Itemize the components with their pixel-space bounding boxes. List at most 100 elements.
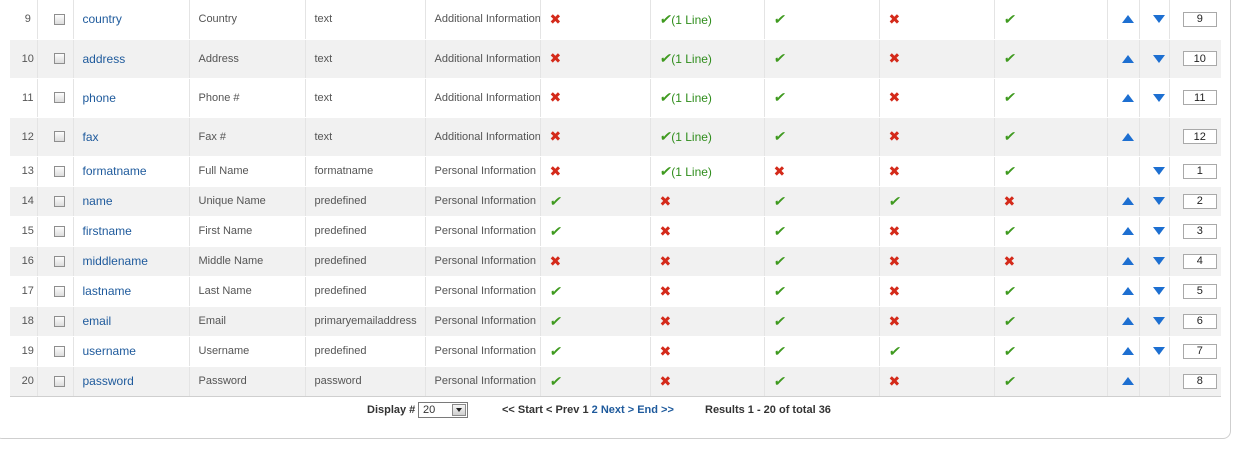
order-input[interactable] [1182,283,1217,299]
check-icon[interactable]: ✔ [1002,343,1017,360]
pager-end-link[interactable]: End >> [637,404,674,416]
move-up-arrow-icon[interactable] [1121,347,1134,356]
cross-icon[interactable]: ✖ [660,253,672,269]
check-icon[interactable]: ✔ [772,89,787,106]
check-icon[interactable]: ✔ [772,50,787,67]
field-name-link[interactable]: name [83,194,113,208]
cross-icon[interactable]: ✖ [774,163,786,179]
field-name-link[interactable]: address [83,52,126,66]
row-checkbox[interactable] [54,285,65,297]
check-icon[interactable]: ✔ [1002,283,1017,300]
check-icon[interactable]: ✔ [1002,373,1017,390]
cross-icon[interactable]: ✖ [550,50,562,66]
row-checkbox[interactable] [54,315,65,327]
row-checkbox[interactable] [54,195,65,207]
order-input[interactable] [1182,163,1217,179]
row-checkbox[interactable] [54,225,65,237]
check-icon[interactable]: ✔ [1002,89,1017,106]
move-up-arrow-icon[interactable] [1121,257,1134,266]
field-name-link[interactable]: middlename [83,254,148,268]
chevron-down-icon[interactable] [452,404,466,416]
move-down-arrow-icon[interactable] [1152,227,1165,236]
move-up-arrow-icon[interactable] [1121,317,1134,326]
check-icon[interactable]: ✔ [658,11,673,28]
move-down-arrow-icon[interactable] [1152,167,1165,176]
cross-icon[interactable]: ✖ [660,283,672,299]
cross-icon[interactable]: ✖ [1004,253,1016,269]
field-name-link[interactable]: formatname [83,164,147,178]
row-checkbox[interactable] [54,92,65,104]
field-name-link[interactable]: phone [83,91,116,105]
move-up-arrow-icon[interactable] [1121,15,1134,24]
cross-icon[interactable]: ✖ [1004,193,1016,209]
cross-icon[interactable]: ✖ [889,223,901,239]
order-input[interactable] [1182,343,1217,359]
field-name-link[interactable]: lastname [83,284,132,298]
check-icon[interactable]: ✔ [1002,50,1017,67]
cross-icon[interactable]: ✖ [889,89,901,105]
move-down-arrow-icon[interactable] [1152,347,1165,356]
move-down-arrow-icon[interactable] [1152,317,1165,326]
move-down-arrow-icon[interactable] [1152,54,1165,63]
row-checkbox[interactable] [54,13,65,25]
order-input[interactable] [1182,223,1217,239]
cross-icon[interactable]: ✖ [660,373,672,389]
cross-icon[interactable]: ✖ [889,11,901,27]
move-up-arrow-icon[interactable] [1121,54,1134,63]
cross-icon[interactable]: ✖ [550,253,562,269]
order-input[interactable] [1182,11,1217,27]
cross-icon[interactable]: ✖ [550,11,562,27]
order-input[interactable] [1182,90,1217,105]
row-checkbox[interactable] [54,165,65,177]
check-icon[interactable]: ✔ [772,193,787,210]
field-name-link[interactable]: password [83,374,134,388]
check-icon[interactable]: ✔ [548,193,563,210]
row-checkbox[interactable] [54,255,65,267]
display-count-select[interactable]: 20 [418,402,468,418]
move-up-arrow-icon[interactable] [1121,197,1134,206]
row-checkbox[interactable] [54,53,65,65]
check-icon[interactable]: ✔ [772,11,787,28]
row-checkbox[interactable] [54,345,65,357]
cross-icon[interactable]: ✖ [889,313,901,329]
check-icon[interactable]: ✔ [772,283,787,300]
check-icon[interactable]: ✔ [658,163,673,180]
check-icon[interactable]: ✔ [887,193,902,210]
check-icon[interactable]: ✔ [548,373,563,390]
row-checkbox[interactable] [54,131,65,143]
cross-icon[interactable]: ✖ [550,89,562,105]
check-icon[interactable]: ✔ [658,50,673,67]
move-down-arrow-icon[interactable] [1152,197,1165,206]
field-name-link[interactable]: fax [83,130,99,144]
cross-icon[interactable]: ✖ [889,163,901,179]
cross-icon[interactable]: ✖ [889,128,901,144]
check-icon[interactable]: ✔ [772,343,787,360]
order-input[interactable] [1182,373,1217,389]
pager-page-2-link[interactable]: 2 [592,404,598,416]
move-down-arrow-icon[interactable] [1152,287,1165,296]
cross-icon[interactable]: ✖ [660,313,672,329]
field-name-link[interactable]: firstname [83,224,132,238]
check-icon[interactable]: ✔ [772,373,787,390]
order-input[interactable] [1182,129,1217,144]
move-up-arrow-icon[interactable] [1121,287,1134,296]
cross-icon[interactable]: ✖ [550,128,562,144]
check-icon[interactable]: ✔ [548,343,563,360]
cross-icon[interactable]: ✖ [660,193,672,209]
check-icon[interactable]: ✔ [548,223,563,240]
move-up-arrow-icon[interactable] [1121,377,1134,386]
move-up-arrow-icon[interactable] [1121,93,1134,102]
check-icon[interactable]: ✔ [1002,313,1017,330]
field-name-link[interactable]: country [83,12,122,26]
cross-icon[interactable]: ✖ [889,283,901,299]
move-down-arrow-icon[interactable] [1152,257,1165,266]
field-name-link[interactable]: email [83,314,112,328]
field-name-link[interactable]: username [83,344,136,358]
order-input[interactable] [1182,253,1217,269]
check-icon[interactable]: ✔ [1002,223,1017,240]
cross-icon[interactable]: ✖ [889,50,901,66]
check-icon[interactable]: ✔ [1002,163,1017,180]
check-icon[interactable]: ✔ [548,283,563,300]
pager-next-link[interactable]: Next > [601,404,634,416]
order-input[interactable] [1182,193,1217,209]
